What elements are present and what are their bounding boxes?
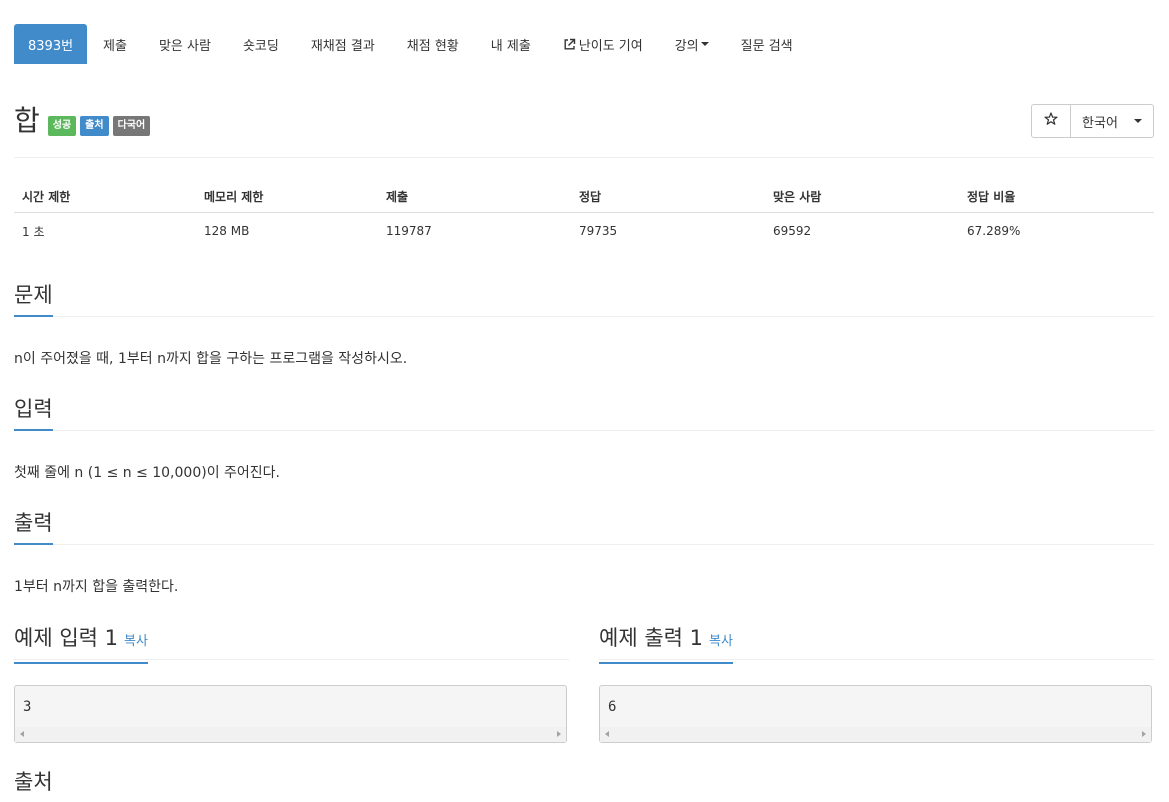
stats-accepted: 79735 xyxy=(579,224,618,238)
stats-solvers: 69592 xyxy=(773,224,812,238)
input-divider xyxy=(14,430,1154,431)
sample-output-value: 6 xyxy=(608,699,617,715)
tab-my-submissions-label: 내 제출 xyxy=(490,38,531,54)
problem-stats-table: 시간 제한 메모리 제한 제출 정답 맞은 사람 정답 비율 1 초 128 M… xyxy=(14,180,1154,249)
favorite-button[interactable] xyxy=(1031,104,1071,138)
stats-header-solvers: 맞은 사람 xyxy=(765,180,959,213)
sample-output-heading-wrap: 예제 출력 1 복사 xyxy=(599,624,733,664)
tab-qna-label: 질문 검색 xyxy=(740,38,793,54)
status-badge-source[interactable]: 출처 xyxy=(80,116,109,136)
horizontal-scrollbar[interactable] xyxy=(15,727,566,742)
output-section-header: 출력 xyxy=(14,509,53,545)
sample-input-heading: 예제 입력 1 xyxy=(14,626,118,650)
sample-input-heading-wrap: 예제 입력 1 복사 xyxy=(14,624,148,664)
language-select-label: 한국어 xyxy=(1082,115,1118,131)
scroll-left-icon[interactable] xyxy=(20,731,24,737)
tab-submit-label: 제출 xyxy=(103,38,127,54)
stats-memory-limit: 128 MB xyxy=(204,224,250,238)
input-text: 첫째 줄에 n (1 ≤ n ≤ 10,000)이 주어진다. xyxy=(14,465,280,481)
tab-submit[interactable]: 제출 xyxy=(87,24,143,64)
tab-status-label: 채점 현황 xyxy=(406,38,459,54)
horizontal-scrollbar[interactable] xyxy=(600,727,1151,742)
tab-accepted-label: 맞은 사람 xyxy=(158,38,211,54)
title-divider xyxy=(14,157,1154,158)
problem-page: 8393번 제출 맞은 사람 숏코딩 재채점 결과 채점 현황 내 제출 난이도… xyxy=(0,0,1169,802)
tab-problem[interactable]: 8393번 xyxy=(14,24,88,64)
sample-input-box[interactable]: 3 xyxy=(14,685,567,743)
scroll-right-icon[interactable] xyxy=(557,731,561,737)
output-heading: 출력 xyxy=(14,509,53,545)
output-text: 1부터 n까지 합을 출력한다. xyxy=(14,579,179,595)
stats-header-ratio: 정답 비율 xyxy=(959,180,1154,213)
stats-header-time: 시간 제한 xyxy=(14,180,196,213)
title-toolbar: 한국어 xyxy=(1031,104,1154,138)
tab-status[interactable]: 채점 현황 xyxy=(391,24,475,64)
copy-sample-input-button[interactable]: 복사 xyxy=(124,634,148,649)
stats-header-memory: 메모리 제한 xyxy=(196,180,378,213)
description-heading: 문제 xyxy=(14,281,53,317)
sample-input-section-header: 예제 입력 1 복사 xyxy=(14,624,148,664)
star-icon xyxy=(1044,112,1058,130)
sample-output-heading: 예제 출력 1 xyxy=(599,626,703,650)
sample-input-value: 3 xyxy=(23,699,32,715)
scroll-left-icon[interactable] xyxy=(605,731,609,737)
scroll-right-icon[interactable] xyxy=(1142,731,1146,737)
stats-submissions: 119787 xyxy=(386,224,432,238)
source-heading: 출처 xyxy=(14,770,53,794)
tab-difficulty[interactable]: 난이도 기여 xyxy=(547,24,659,64)
language-select[interactable]: 한국어 xyxy=(1071,104,1154,138)
tab-short-coding[interactable]: 숏코딩 xyxy=(227,24,295,64)
output-divider xyxy=(14,544,1154,545)
tab-qna[interactable]: 질문 검색 xyxy=(725,24,809,64)
problem-nav: 8393번 제출 맞은 사람 숏코딩 재채점 결과 채점 현황 내 제출 난이도… xyxy=(14,24,809,64)
stats-value-row: 1 초 128 MB 119787 79735 69592 67.289% xyxy=(14,213,1154,250)
tab-rejudge[interactable]: 재채점 결과 xyxy=(295,24,391,64)
tab-lecture-dropdown[interactable]: 강의 xyxy=(659,24,725,64)
chevron-down-icon xyxy=(1133,119,1142,123)
status-badge-success[interactable]: 성공 xyxy=(47,116,77,136)
stats-header-submissions: 제출 xyxy=(378,180,571,213)
tab-difficulty-label: 난이도 기여 xyxy=(578,38,643,54)
stats-header-accepted: 정답 xyxy=(571,180,765,213)
stats-ratio: 67.289% xyxy=(967,224,1021,238)
tab-lecture-label: 강의 xyxy=(674,38,699,54)
stats-time-limit: 1 초 xyxy=(22,224,45,239)
chevron-down-icon xyxy=(700,42,709,46)
tab-rejudge-label: 재채점 결과 xyxy=(310,38,375,54)
tab-accepted[interactable]: 맞은 사람 xyxy=(143,24,227,64)
source-section-header: 출처 xyxy=(14,768,53,802)
tab-short-coding-label: 숏코딩 xyxy=(242,38,279,54)
problem-title: 합 xyxy=(14,104,40,137)
description-section-header: 문제 xyxy=(14,281,53,317)
tab-my-submissions[interactable]: 내 제출 xyxy=(475,24,547,64)
problem-title-row: 합 성공 출처 다국어 xyxy=(14,104,151,138)
tab-problem-label: 8393번 xyxy=(28,38,74,54)
description-divider xyxy=(14,316,1154,317)
status-badge-multilingual[interactable]: 다국어 xyxy=(112,116,151,136)
external-link-icon xyxy=(563,38,576,51)
sample-output-section-header: 예제 출력 1 복사 xyxy=(599,624,733,664)
description-text: n이 주어졌을 때, 1부터 n까지 합을 구하는 프로그램을 작성하시오. xyxy=(14,351,408,367)
input-heading: 입력 xyxy=(14,395,53,431)
copy-sample-output-button[interactable]: 복사 xyxy=(709,634,733,649)
input-section-header: 입력 xyxy=(14,395,53,431)
sample-output-box[interactable]: 6 xyxy=(599,685,1152,743)
stats-header-row: 시간 제한 메모리 제한 제출 정답 맞은 사람 정답 비율 xyxy=(14,180,1154,213)
